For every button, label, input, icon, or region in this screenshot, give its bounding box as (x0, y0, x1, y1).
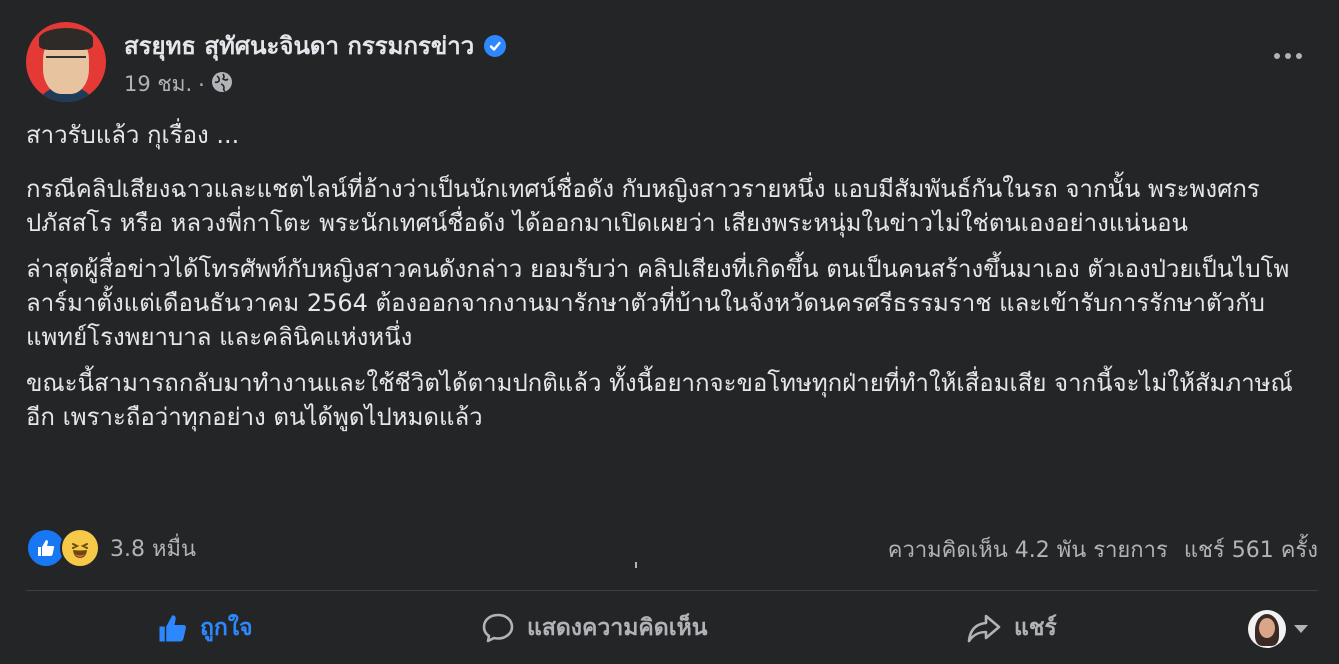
verified-badge-icon (484, 34, 507, 57)
profile-selector[interactable] (1248, 610, 1308, 648)
meta-separator: · (198, 72, 205, 97)
comment-label: แสดงความคิดเห็น (527, 615, 708, 641)
comment-icon (482, 613, 514, 643)
author-avatar[interactable] (26, 22, 106, 102)
comments-count[interactable]: ความคิดเห็น 4.2 พัน รายการ (888, 532, 1168, 567)
like-button[interactable]: ถูกใจ (158, 604, 253, 652)
post-header: สรยุทธ สุทัศนะจินดา กรรมกรข่าว 19 ชม. · (26, 20, 1316, 102)
globe-icon[interactable] (211, 71, 233, 98)
post-stats: 3.8 หมื่น ความคิดเห็น 4.2 พัน รายการ แชร… (26, 524, 1318, 568)
divider (26, 590, 1318, 591)
post-paragraph: ล่าสุดผู้สื่อข่าวได้โทรศัพท์กับหญิงสาวคน… (26, 255, 1290, 351)
like-label: ถูกใจ (200, 615, 253, 641)
post-time[interactable]: 19 ชม. (124, 68, 192, 101)
share-button[interactable]: แชร์ (966, 604, 1057, 652)
post-paragraph: กรณีคลิปเสียงฉาวและแชตไลน์ที่อ้างว่าเป็น… (26, 175, 1260, 237)
more-options-icon[interactable] (1270, 46, 1306, 66)
post-paragraph: สาวรับแล้ว กุเรื่อง ... (26, 121, 240, 149)
shares-count[interactable]: แชร์ 561 ครั้ง (1184, 532, 1318, 567)
author-row: สรยุทธ สุทัศนะจินดา กรรมกรข่าว (124, 26, 507, 65)
post-actions: ถูกใจ แสดงความคิดเห็น แชร์ (26, 598, 1318, 658)
profile-avatar (1248, 610, 1286, 648)
comment-button[interactable]: แสดงความคิดเห็น (481, 604, 707, 652)
engagement-counts: ความคิดเห็น 4.2 พัน รายการ แชร์ 561 ครั้… (888, 532, 1318, 567)
author-name[interactable]: สรยุทธ สุทัศนะจินดา กรรมกรข่าว (124, 26, 474, 65)
chevron-down-icon (1294, 625, 1308, 633)
reactions-summary[interactable]: 3.8 หมื่น (26, 528, 196, 568)
post-meta: 19 ชม. · (124, 68, 233, 101)
post-paragraph: ขณะนี้สามารถกลับมาทำงานและใช้ชีวิตได้ตาม… (26, 369, 1293, 431)
share-label: แชร์ (1014, 615, 1057, 641)
post-content: สาวรับแล้ว กุเรื่อง ... กรณีคลิปเสียงฉาว… (26, 118, 1316, 446)
haha-reaction-icon (60, 528, 100, 568)
separator-mark (635, 562, 637, 568)
thumbs-up-icon (159, 615, 186, 642)
share-icon (967, 614, 1001, 643)
reactions-count[interactable]: 3.8 หมื่น (110, 531, 196, 566)
